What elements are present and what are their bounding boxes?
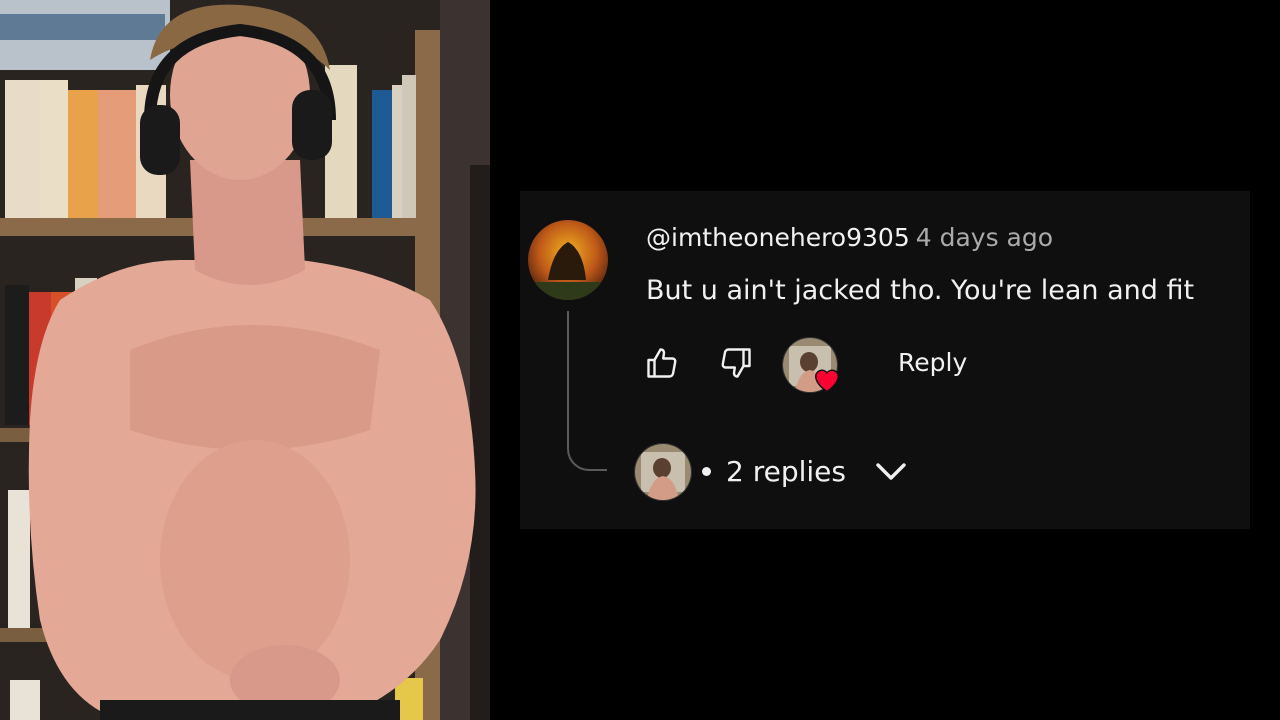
reply-button[interactable]: Reply bbox=[898, 348, 967, 377]
creator-heart-badge[interactable] bbox=[782, 337, 844, 395]
chevron-down-icon[interactable] bbox=[874, 461, 908, 483]
thumbs-down-icon[interactable] bbox=[718, 345, 754, 381]
comment-actions: Reply bbox=[644, 335, 1064, 395]
view-replies-button[interactable]: 2 replies bbox=[634, 441, 934, 501]
thumbs-up-icon[interactable] bbox=[644, 345, 680, 381]
replies-count[interactable]: 2 replies bbox=[726, 455, 846, 488]
separator-dot bbox=[702, 467, 711, 476]
thread-line bbox=[567, 311, 607, 471]
comment-timestamp[interactable]: 4 days ago bbox=[916, 223, 1053, 252]
heart-icon bbox=[814, 369, 840, 393]
commenter-handle[interactable]: @imtheonehero9305 bbox=[646, 223, 910, 252]
comment-card: @imtheonehero9305 4 days ago But u ain't … bbox=[520, 191, 1250, 529]
comment-text: But u ain't jacked tho. You're lean and … bbox=[646, 275, 1195, 306]
comment-meta: @imtheonehero9305 4 days ago bbox=[646, 223, 1053, 252]
video-thumbnail-photo bbox=[0, 0, 490, 720]
commenter-avatar[interactable] bbox=[528, 220, 608, 300]
reply-author-avatar bbox=[634, 443, 692, 501]
